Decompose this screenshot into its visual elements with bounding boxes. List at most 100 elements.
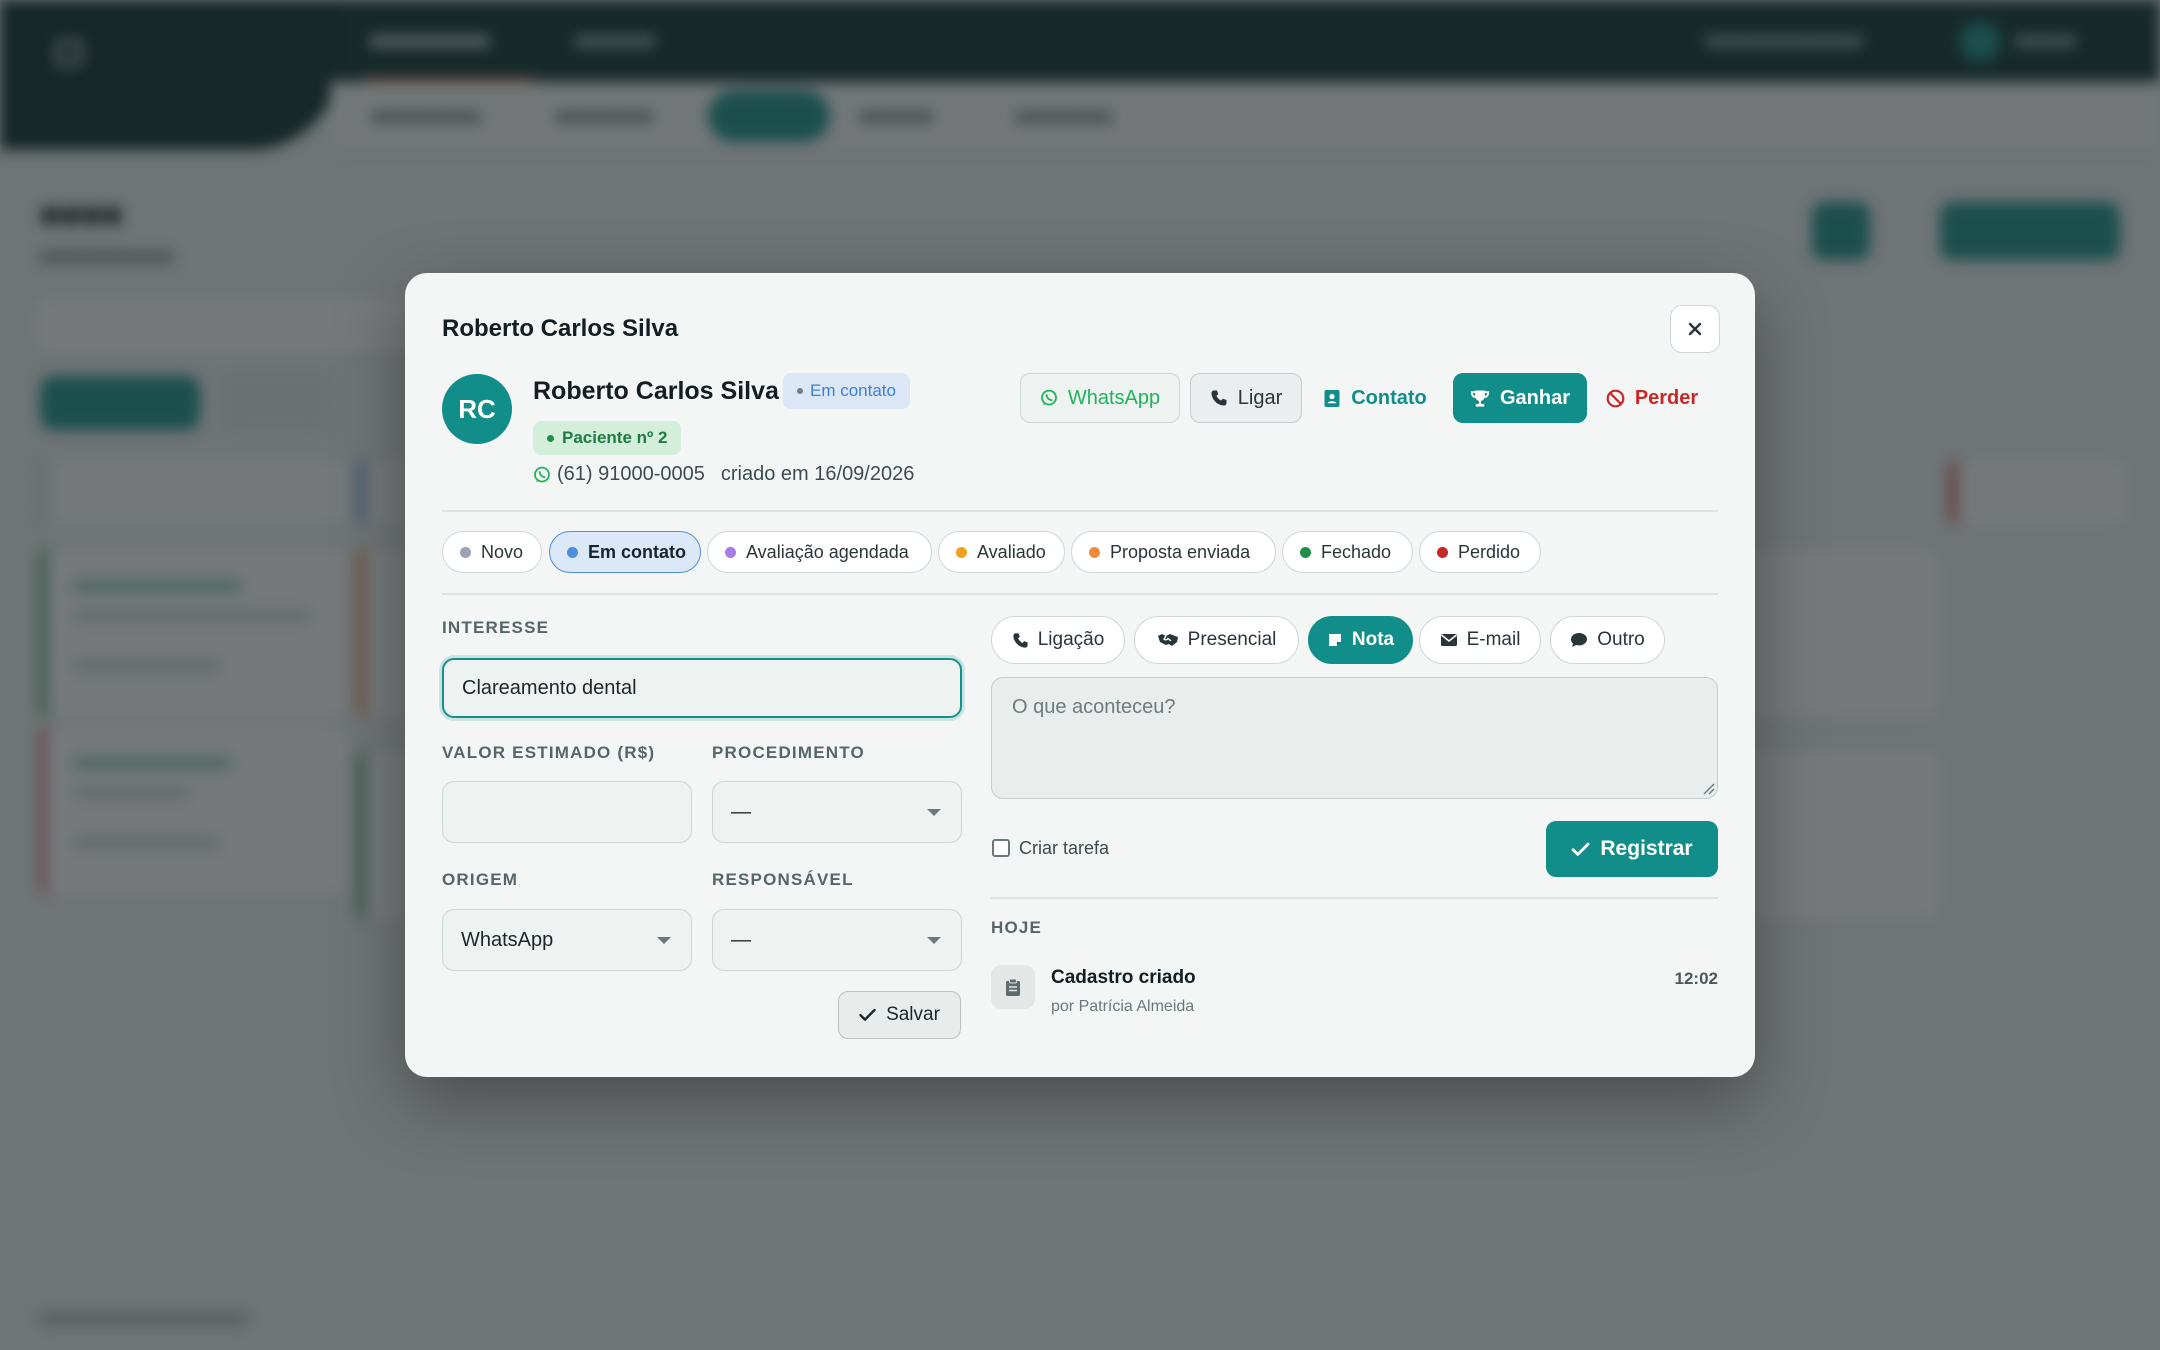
- activity-type-label: Ligação: [1037, 629, 1105, 650]
- origin-select[interactable]: WhatsApp: [442, 909, 692, 971]
- patient-dot: [547, 434, 554, 442]
- stage-label: Avaliação agendada: [746, 541, 909, 562]
- procedure-value: —: [731, 800, 751, 823]
- activity-type-label: Presencial: [1187, 629, 1277, 650]
- whatsapp-icon: [534, 466, 550, 483]
- owner-value: —: [731, 928, 751, 951]
- close-button[interactable]: [1670, 305, 1720, 353]
- whatsapp-icon: [1040, 389, 1057, 406]
- modal-title: Roberto Carlos Silva: [442, 315, 679, 342]
- caret-down-icon: [927, 809, 941, 816]
- create-task-checkbox[interactable]: [992, 839, 1010, 857]
- patient-badge-label: Paciente nº 2: [562, 428, 668, 447]
- lead-name: Roberto Carlos Silva: [533, 377, 779, 405]
- activity-type-label: Nota: [1351, 629, 1395, 650]
- caret-down-icon: [927, 937, 941, 944]
- stage-label: Novo: [481, 541, 524, 562]
- origin-value: WhatsApp: [461, 928, 554, 951]
- contact-button[interactable]: Contato: [1310, 373, 1440, 423]
- activity-type-label: E-mail: [1466, 629, 1521, 650]
- stage-dot: [1437, 546, 1448, 558]
- stage-pill-proposta-enviada[interactable]: Proposta enviada: [1071, 531, 1276, 573]
- divider: [442, 593, 1718, 595]
- clipboard-icon: [1006, 978, 1020, 996]
- lose-button[interactable]: Perder: [1599, 373, 1705, 423]
- phone-number[interactable]: (61) 91000-0005: [557, 463, 705, 486]
- call-button-label: Ligar: [1237, 386, 1283, 409]
- register-button[interactable]: Registrar: [1546, 821, 1718, 877]
- activity-type-note[interactable]: Nota: [1308, 616, 1413, 664]
- stage-label: Proposta enviada: [1110, 541, 1251, 562]
- stage-dot: [956, 546, 967, 558]
- lose-button-label: Perder: [1634, 386, 1699, 409]
- chat-bubble-icon: [1571, 633, 1588, 647]
- divider: [991, 897, 1718, 899]
- save-button-label: Salvar: [886, 1004, 940, 1025]
- interest-label: INTERESSE: [442, 618, 550, 637]
- ban-icon: [1606, 389, 1625, 407]
- contact-line: (61) 91000-0005 criado em 16/09/2026: [533, 463, 914, 486]
- procedure-label: PROCEDIMENTO: [712, 743, 865, 762]
- timeline-item-icon: [991, 965, 1035, 1009]
- resize-handle-icon[interactable]: [1701, 781, 1715, 795]
- timeline-item-author: por Patrícia Almeida: [1051, 998, 1195, 1015]
- stage-pill-novo[interactable]: Novo: [442, 531, 542, 573]
- stage-label: Perdido: [1458, 541, 1521, 562]
- whatsapp-button-label: WhatsApp: [1067, 386, 1161, 409]
- activity-type-call[interactable]: Ligação: [991, 616, 1125, 664]
- stage-label: Em contato: [588, 541, 687, 562]
- register-button-label: Registrar: [1600, 837, 1693, 860]
- stage-pill-perdido[interactable]: Perdido: [1419, 531, 1541, 573]
- stage-pill-fechado[interactable]: Fechado: [1282, 531, 1413, 573]
- stage-pill-em-contato[interactable]: Em contato: [549, 531, 701, 573]
- activity-type-in-person[interactable]: Presencial: [1134, 616, 1299, 664]
- win-button-label: Ganhar: [1499, 386, 1571, 409]
- estimated-value-input[interactable]: [442, 781, 692, 843]
- status-badge: Em contato: [783, 373, 910, 409]
- avatar: RC: [442, 374, 512, 444]
- win-button[interactable]: Ganhar: [1453, 373, 1587, 423]
- contact-button-label: Contato: [1351, 386, 1427, 409]
- trophy-icon: [1470, 390, 1490, 407]
- stage-dot: [460, 546, 471, 558]
- envelope-icon: [1440, 634, 1457, 646]
- contact-card-icon: [1324, 389, 1340, 407]
- note-icon: [1328, 634, 1341, 646]
- phone-icon: [1013, 632, 1028, 648]
- created-date: criado em 16/09/2026: [720, 463, 915, 485]
- timeline-item-title: Cadastro criado: [1051, 967, 1196, 988]
- stage-label: Avaliado: [977, 541, 1046, 562]
- stage-dot: [567, 546, 578, 558]
- handshake-icon: [1157, 634, 1178, 646]
- activity-type-label: Outro: [1597, 629, 1645, 650]
- status-badge-label: Em contato: [810, 381, 896, 400]
- close-icon: [1688, 322, 1702, 336]
- activity-type-email[interactable]: E-mail: [1419, 616, 1541, 664]
- activity-note-textarea[interactable]: [991, 677, 1718, 799]
- stage-label: Fechado: [1321, 541, 1392, 562]
- lead-detail-modal: Roberto Carlos Silva RC Roberto Carlos S…: [405, 273, 1755, 1077]
- stage-dot: [1300, 546, 1311, 558]
- timeline-day-heading: HOJE: [991, 918, 1043, 937]
- check-icon: [859, 1008, 876, 1021]
- divider: [442, 510, 1718, 512]
- estimated-value-label: VALOR ESTIMADO (R$): [442, 743, 656, 762]
- status-dot: [797, 388, 803, 394]
- activity-type-other[interactable]: Outro: [1550, 616, 1665, 664]
- patient-badge: Paciente nº 2: [533, 421, 682, 455]
- stage-pill-avaliado[interactable]: Avaliado: [938, 531, 1065, 573]
- timeline-item-time: 12:02: [1674, 969, 1718, 988]
- interest-input[interactable]: Clareamento dental: [442, 658, 962, 718]
- whatsapp-button[interactable]: WhatsApp: [1020, 373, 1180, 423]
- phone-icon: [1211, 390, 1227, 406]
- check-icon: [1571, 842, 1590, 856]
- stage-pill-avaliacao-agendada[interactable]: Avaliação agendada: [707, 531, 932, 573]
- save-button[interactable]: Salvar: [838, 991, 961, 1039]
- caret-down-icon: [657, 937, 671, 944]
- owner-label: RESPONSÁVEL: [712, 870, 854, 889]
- owner-select[interactable]: —: [712, 909, 962, 971]
- create-task-label[interactable]: Criar tarefa: [1019, 838, 1109, 859]
- stage-dot: [725, 546, 736, 558]
- procedure-select[interactable]: —: [712, 781, 962, 843]
- call-button[interactable]: Ligar: [1190, 373, 1302, 423]
